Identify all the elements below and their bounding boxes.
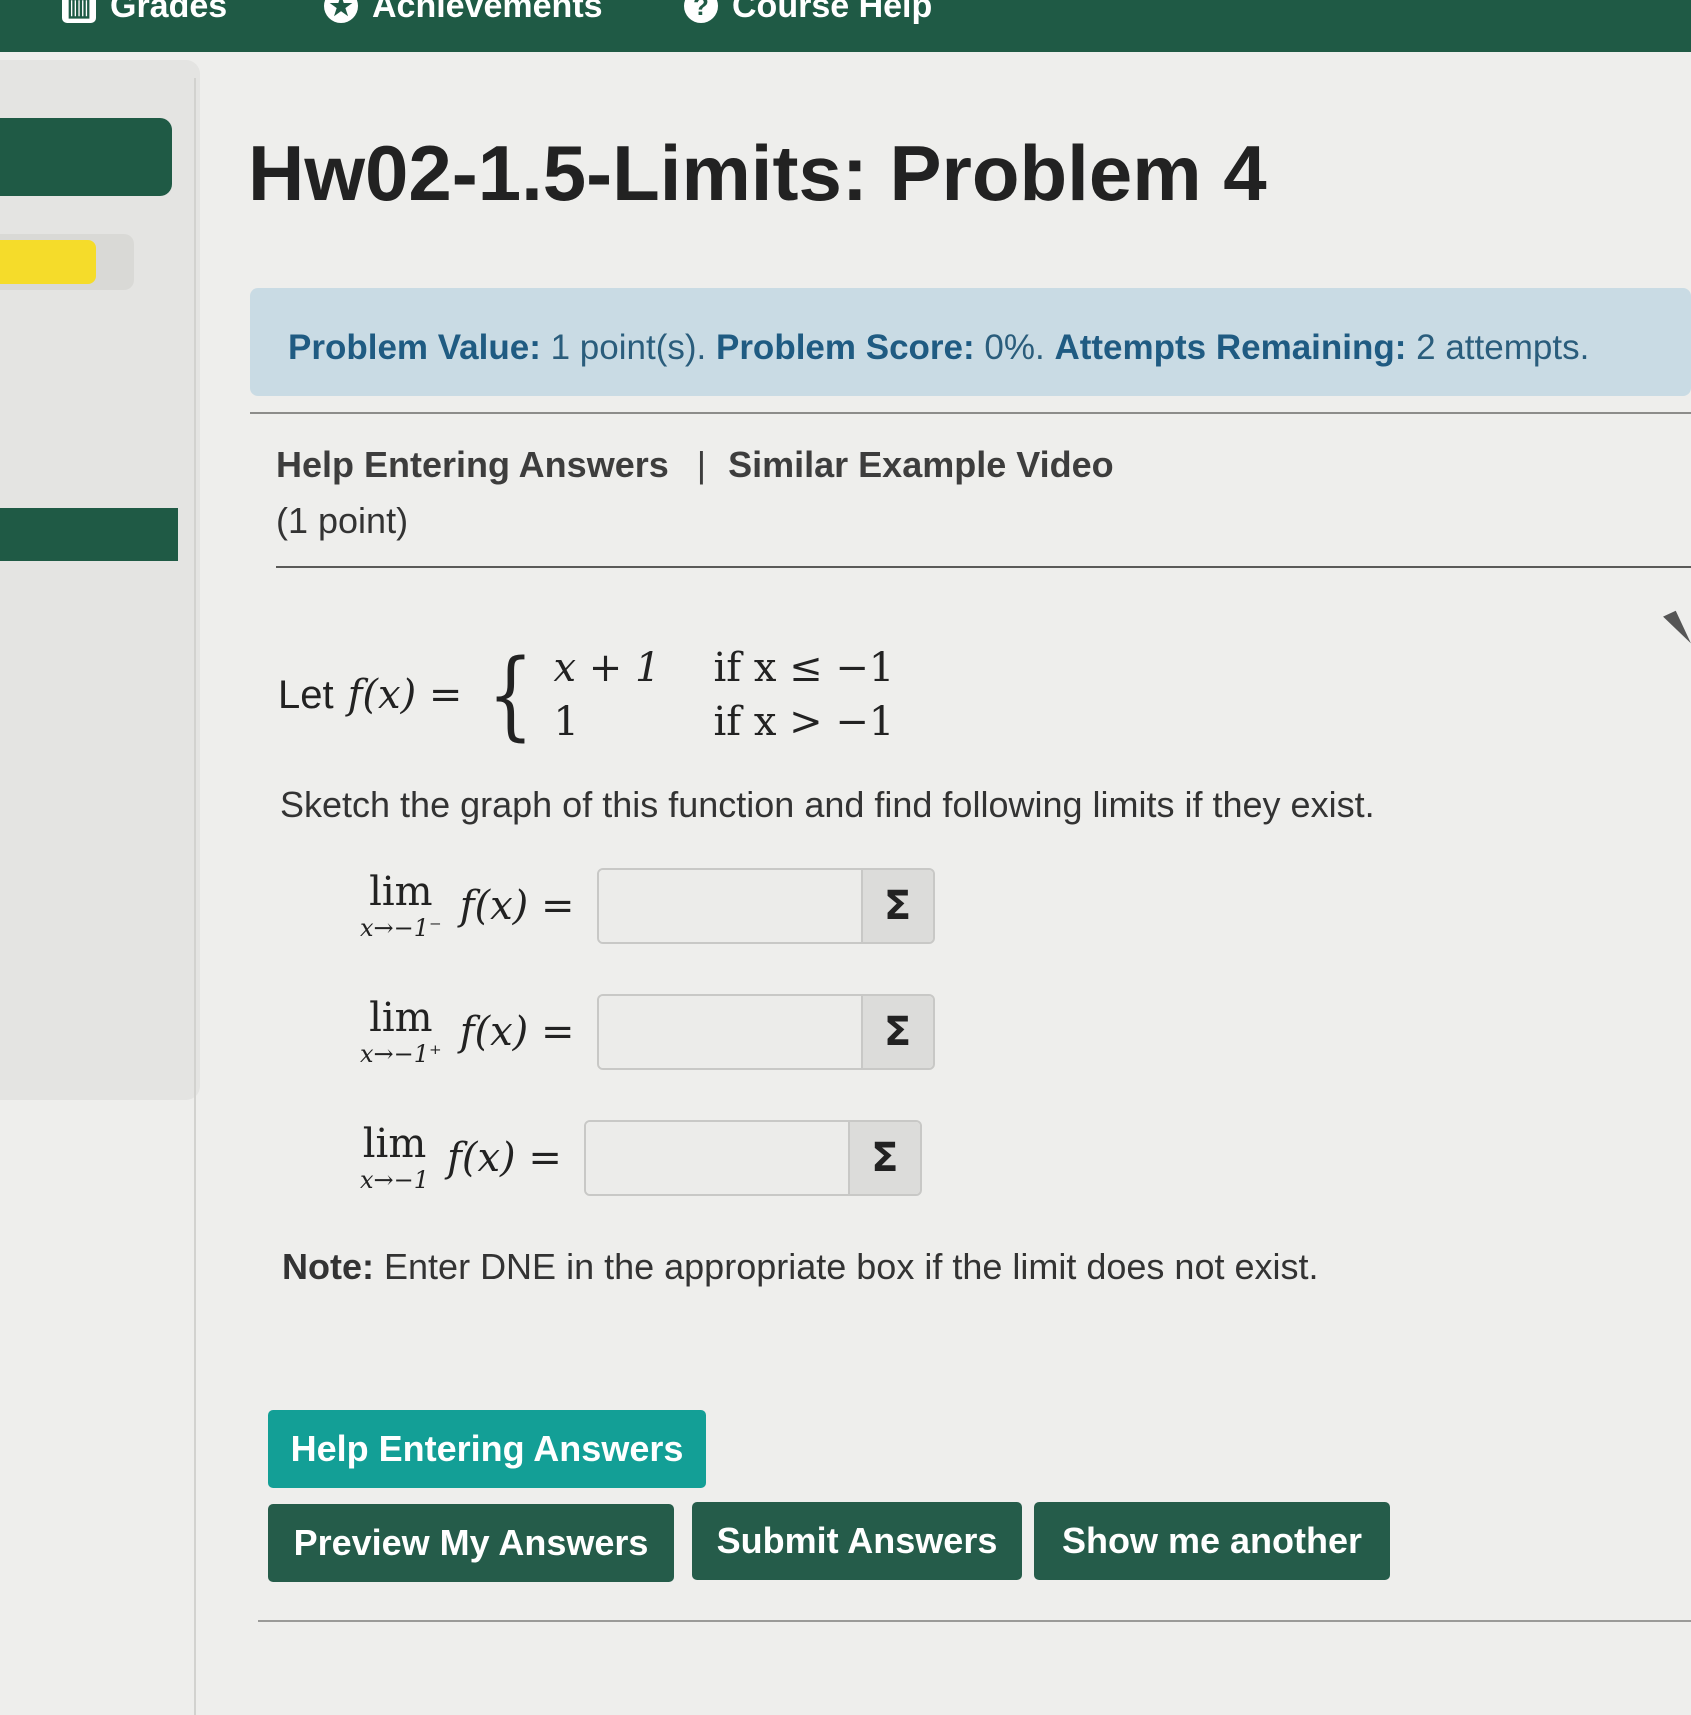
bar-chart-icon: ▥ (62, 0, 96, 23)
limit-expression: f(x) = (459, 1009, 575, 1055)
nav-achievements-label: Achievements (372, 0, 603, 25)
equation-editor-button[interactable]: Σ (860, 996, 933, 1068)
page-title: Hw02-1.5-Limits: Problem 4 (248, 129, 1267, 217)
attempts-text: 2 attempts. (1416, 328, 1590, 367)
case-2-expr: 1 (553, 699, 579, 745)
function-lhs: f(x) = (347, 672, 463, 718)
show-another-button[interactable]: Show me another (1034, 1502, 1390, 1580)
lim-word: lim (369, 995, 433, 1041)
case-1-cond: if x ≤ −1 (713, 645, 895, 691)
left-limit-input[interactable] (598, 870, 861, 942)
link-separator: | (696, 444, 707, 485)
instruction-text: Sketch the graph of this function and fi… (280, 784, 1375, 825)
equation-editor-button[interactable]: Σ (860, 870, 933, 942)
limit-expression: f(x) = (459, 883, 575, 929)
limit-operator: lim x→−1⁻ (360, 870, 442, 942)
answer-group: Σ (583, 1120, 922, 1196)
preview-answers-button[interactable]: Preview My Answers (268, 1504, 674, 1582)
problem-score-text: 0%. (984, 328, 1045, 367)
lim-word: lim (369, 869, 433, 915)
point-value: (1 point) (276, 500, 409, 541)
sidebar-highlight-item[interactable] (0, 508, 178, 561)
lim-word: lim (362, 1121, 427, 1167)
top-navigation-bar: ▥ Grades ★ Achievements ? Course Help (0, 0, 1691, 52)
question-icon: ? (684, 0, 718, 23)
case-2-cond: if x > −1 (713, 699, 895, 745)
limit-row-right: lim x→−1⁺ f(x) = Σ (360, 982, 935, 1082)
note: Note: Enter DNE in the appropriate box i… (282, 1246, 1319, 1288)
equation-editor-button[interactable]: Σ (847, 1122, 920, 1194)
right-limit-input[interactable] (598, 996, 861, 1068)
limit-operator: lim x→−1⁺ (360, 996, 442, 1068)
nav-grades-label: Grades (110, 0, 228, 25)
mouse-cursor-icon (1663, 610, 1691, 650)
divider (250, 412, 1691, 414)
note-label: Note: (282, 1246, 374, 1287)
sidebar-progress-fill (0, 240, 96, 284)
lim-subscript: x→−1⁺ (360, 1040, 442, 1068)
nav-course-help[interactable]: ? Course Help (684, 0, 932, 26)
submit-answers-button[interactable]: Submit Answers (692, 1502, 1022, 1580)
limit-row-left: lim x→−1⁻ f(x) = Σ (360, 856, 935, 956)
left-brace: { (488, 639, 534, 751)
problem-value-label: Problem Value: (288, 328, 541, 367)
sidebar-divider (194, 78, 196, 1715)
sidebar-active-item[interactable] (0, 118, 172, 196)
let-prefix: Let (278, 672, 334, 717)
help-links: Help Entering Answers | Similar Example Vi… (276, 444, 1114, 486)
limit-row-two-sided: lim x→−1 f(x) = Σ (360, 1108, 922, 1208)
case-1-expr: x + 1 (553, 645, 661, 691)
lim-subscript: x→−1⁻ (360, 914, 442, 942)
two-sided-limit-input[interactable] (585, 1122, 848, 1194)
problem-score-box: Problem Value: 1 point(s). Problem Score… (250, 288, 1691, 396)
piecewise-cases: x + 1 if x ≤ −1 1 if x > −1 (554, 645, 914, 745)
answer-group: Σ (596, 868, 935, 944)
divider (276, 566, 1691, 568)
star-icon: ★ (324, 0, 358, 23)
note-text: Enter DNE in the appropriate box if the … (384, 1246, 1319, 1287)
help-entering-answers-link[interactable]: Help Entering Answers (276, 444, 669, 485)
nav-achievements[interactable]: ★ Achievements (324, 0, 603, 26)
divider (258, 1620, 1691, 1622)
help-entering-answers-button[interactable]: Help Entering Answers (268, 1410, 706, 1488)
attempts-label: Attempts Remaining: (1054, 328, 1407, 367)
limit-operator: lim x→−1 (360, 1122, 429, 1194)
nav-grades[interactable]: ▥ Grades (62, 0, 227, 26)
sidebar (0, 60, 200, 1100)
limit-expression: f(x) = (447, 1135, 562, 1181)
similar-example-video-link[interactable]: Similar Example Video (728, 444, 1114, 485)
problem-score-label: Problem Score: (715, 328, 975, 367)
function-definition: Let f(x) = { x + 1 if x ≤ −1 1 if x > −1 (278, 640, 914, 750)
nav-course-help-label: Course Help (732, 0, 933, 25)
answer-group: Σ (596, 994, 935, 1070)
problem-value-text: 1 point(s). (550, 328, 707, 367)
lim-subscript: x→−1 (360, 1166, 430, 1194)
